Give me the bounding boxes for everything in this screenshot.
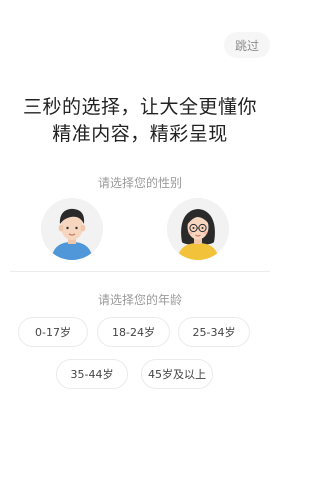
age-option-35-44[interactable]: 35-44岁 [56,359,128,389]
headline-line-1: 三秒的选择，让大全更懂你 [22,96,257,118]
skip-button[interactable]: 跳过 [224,32,270,58]
gender-male-option[interactable] [41,198,103,260]
gender-female-option[interactable] [167,198,229,260]
page-headline: 三秒的选择，让大全更懂你 精准内容，精彩呈现 [0,94,280,148]
headline-line-2: 精准内容，精彩呈现 [52,123,228,145]
section-divider [10,271,270,272]
age-section-label: 请选择您的年龄 [97,293,182,307]
age-option-18-24[interactable]: 18-24岁 [97,317,170,347]
age-option-0-17[interactable]: 0-17岁 [18,317,88,347]
female-avatar-icon [167,198,229,260]
gender-section-label: 请选择您的性别 [97,176,182,190]
age-option-25-34[interactable]: 25-34岁 [178,317,250,347]
male-avatar-icon [41,198,103,260]
age-option-45-plus[interactable]: 45岁及以上 [141,359,213,389]
